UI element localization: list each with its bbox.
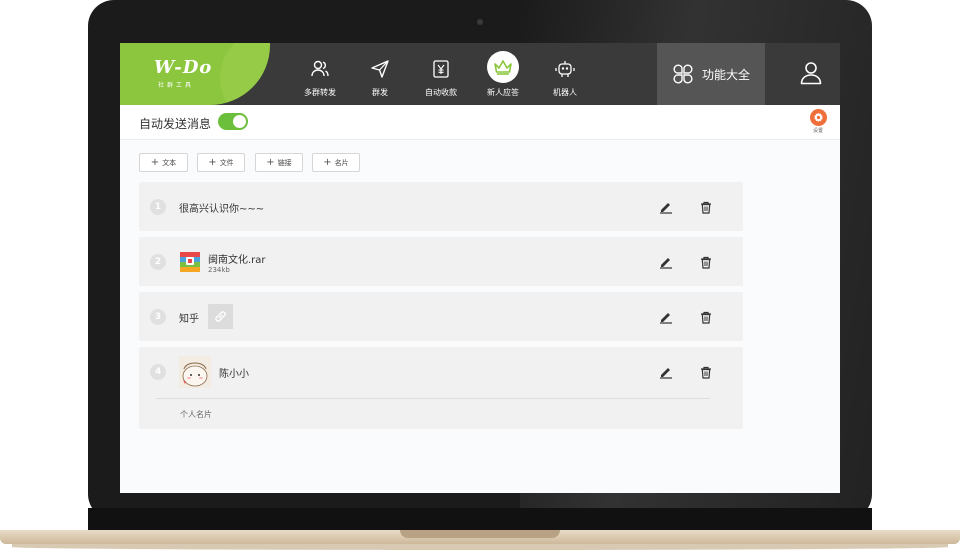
nav-label: 新人应答	[487, 88, 519, 97]
trash-icon[interactable]	[698, 364, 714, 380]
auto-send-label: 自动发送消息	[139, 117, 212, 131]
nav-newcomer-reply[interactable]: 新人应答	[473, 43, 533, 105]
nav-auto-payment[interactable]: 自动收款	[411, 43, 471, 105]
top-navbar: W-Do 社群工具 多群转发 群发 自动收款 新人应答 机器人 功能大全	[120, 43, 840, 105]
plus-icon: +	[208, 157, 217, 168]
file-size: 234kb	[208, 266, 230, 274]
nav-label: 机器人	[553, 88, 577, 97]
crown-icon	[487, 51, 519, 83]
nav-label: 多群转发	[304, 88, 336, 97]
link-icon	[208, 304, 233, 329]
add-text-button[interactable]: + 文本	[139, 153, 188, 172]
clover-icon	[672, 63, 694, 85]
edit-icon[interactable]	[658, 309, 674, 325]
users-icon	[290, 57, 350, 81]
app-screen: W-Do 社群工具 多群转发 群发 自动收款 新人应答 机器人 功能大全 自动发…	[120, 43, 840, 493]
trash-icon[interactable]	[698, 309, 714, 325]
file-name: 闽南文化.rar	[208, 255, 266, 266]
settings-label: 设置	[812, 128, 823, 134]
send-icon	[350, 57, 410, 81]
logo-subtitle: 社群工具	[158, 82, 195, 89]
item-number: 3	[150, 309, 166, 325]
add-link-button[interactable]: + 链接	[255, 153, 303, 172]
logo[interactable]: W-Do 社群工具	[120, 43, 270, 105]
contact-name: 陈小小	[219, 369, 249, 380]
trash-icon[interactable]	[698, 199, 714, 215]
payment-icon	[411, 57, 471, 81]
plus-icon: +	[150, 157, 160, 168]
sub-header: 自动发送消息 设置	[120, 105, 840, 140]
item-number: 1	[150, 199, 166, 215]
edit-icon[interactable]	[658, 254, 674, 270]
laptop-base	[0, 508, 960, 553]
settings-button[interactable]: 设置	[808, 109, 828, 134]
robot-icon	[535, 57, 595, 81]
auto-send-toggle[interactable]	[218, 113, 248, 130]
divider	[156, 398, 710, 399]
logo-text: W-Do	[154, 57, 213, 78]
webcam	[477, 19, 483, 25]
link-title: 知乎	[179, 314, 199, 325]
edit-icon[interactable]	[658, 364, 674, 380]
nav-label: 自动收款	[425, 88, 457, 97]
card-caption: 个人名片	[180, 410, 212, 419]
gear-icon	[809, 109, 827, 126]
user-icon[interactable]	[800, 61, 822, 89]
edit-icon[interactable]	[658, 199, 674, 215]
nav-multi-group-forward[interactable]: 多群转发	[290, 43, 350, 105]
nav-broadcast[interactable]: 群发	[350, 43, 410, 105]
all-functions-button[interactable]: 功能大全	[657, 43, 765, 105]
item-text: 很高兴认识你~~~	[179, 204, 265, 215]
plus-icon: +	[323, 157, 332, 168]
list-item[interactable]: 4 陈小小 个人名片	[139, 347, 743, 429]
avatar	[179, 356, 211, 388]
all-functions-label: 功能大全	[701, 67, 750, 82]
add-file-button[interactable]: + 文件	[197, 153, 245, 172]
content-area: + 文本 + 文件 + 链接 + 名片 1 很高兴认识你~~~ 2 闽南文化.rar 2…	[120, 140, 840, 493]
rar-file-icon	[179, 251, 201, 273]
list-item[interactable]: 2 闽南文化.rar 234kb	[139, 237, 743, 286]
nav-robot[interactable]: 机器人	[535, 43, 595, 105]
list-item[interactable]: 1 很高兴认识你~~~	[139, 182, 743, 231]
list-item[interactable]: 3 知乎	[139, 292, 743, 341]
nav-label: 群发	[372, 88, 388, 97]
add-card-button[interactable]: + 名片	[312, 153, 360, 172]
trash-icon[interactable]	[698, 254, 714, 270]
item-number: 4	[150, 364, 166, 380]
item-number: 2	[150, 254, 166, 270]
plus-icon: +	[266, 157, 275, 168]
